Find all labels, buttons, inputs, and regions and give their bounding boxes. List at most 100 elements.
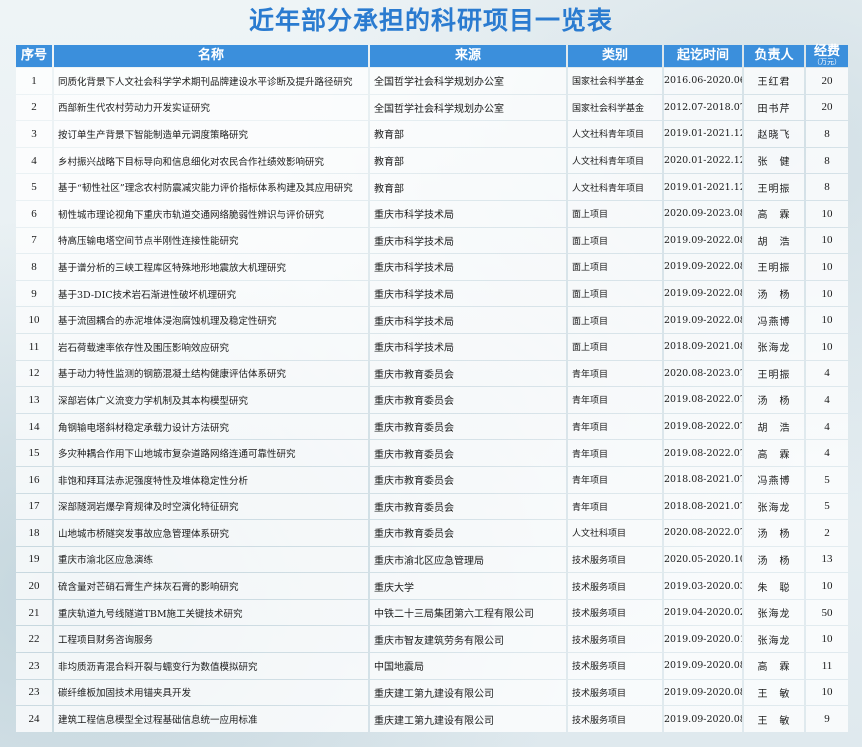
cell-source: 重庆建工第九建设有限公司 [370, 679, 566, 706]
table-row: 6 韧性城市理论视角下重庆市轨道交通网络脆弱性辨识与评价研究 重庆市科学技术局 面上项… [16, 200, 848, 227]
cell-name: 基于谱分析的三峡工程库区特殊地形地震放大机理研究 [54, 254, 368, 280]
cell-name: 岩石荷载速率依存性及围压影响效应研究 [54, 333, 368, 360]
cell-source: 中铁二十三局集团第六工程有限公司 [370, 599, 566, 626]
cell-period: 2019.03-2020.03 [664, 573, 742, 599]
cell-index: 20 [16, 573, 52, 599]
cell-name: 乡村振兴战略下目标导向和信息细化对农民合作社绩效影响研究 [54, 147, 368, 174]
table-row: 3 按订单生产背景下智能制造单元调度策略研究 教育部 人文社科青年项目 2019.01-… [16, 121, 848, 147]
table-row: 7 特高压输电塔空间节点半刚性连接性能研究 重庆市科学技术局 面上项目 2019.09-… [16, 227, 848, 254]
cell-source: 重庆市科学技术局 [370, 254, 566, 280]
cell-leader: 胡 浩 [744, 413, 804, 440]
cell-category: 面上项目 [568, 227, 662, 254]
table-row: 2 西部新生代农村劳动力开发实证研究 全国哲学社会科学规划办公室 国家社会科学基金 20… [16, 94, 848, 121]
cell-category: 面上项目 [568, 333, 662, 360]
header-period: 起讫时间 [664, 45, 742, 67]
cell-name: 同质化背景下人文社会科学学术期刊品牌建设水平诊断及提升路径研究 [54, 68, 368, 94]
cell-category: 青年项目 [568, 440, 662, 466]
cell-period: 2019.08-2022.07 [664, 387, 742, 413]
cell-leader: 冯燕博 [744, 307, 804, 333]
cell-leader: 张海龙 [744, 493, 804, 520]
cell-category: 技术服务项目 [568, 653, 662, 679]
cell-category: 技术服务项目 [568, 573, 662, 599]
cell-source: 重庆市教育委员会 [370, 520, 566, 546]
cell-period: 2019.09-2022.08 [664, 307, 742, 333]
cell-name: 基于动力特性监测的钢筋混凝土结构健康评估体系研究 [54, 360, 368, 387]
cell-leader: 冯燕博 [744, 466, 804, 493]
cell-name: 角钢输电塔斜材稳定承载力设计方法研究 [54, 413, 368, 440]
cell-category: 技术服务项目 [568, 679, 662, 706]
cell-index: 9 [16, 280, 52, 307]
cell-name: 建筑工程信息模型全过程基础信息统一应用标准 [54, 706, 368, 732]
cell-source: 重庆市教育委员会 [370, 440, 566, 466]
cell-category: 技术服务项目 [568, 546, 662, 573]
cell-name: 基于流固耦合的赤泥堆体浸泡腐蚀机理及稳定性研究 [54, 307, 368, 333]
cell-index: 12 [16, 360, 52, 387]
cell-index: 22 [16, 626, 52, 653]
cell-leader: 胡 浩 [744, 227, 804, 254]
table-row: 14 角钢输电塔斜材稳定承载力设计方法研究 重庆市教育委员会 青年项目 2019.08-… [16, 413, 848, 440]
cell-leader: 张 健 [744, 147, 804, 174]
table-row: 18 山地城市桥隧突发事故应急管理体系研究 重庆市教育委员会 人文社科项目 2020.0… [16, 520, 848, 546]
cell-leader: 张海龙 [744, 333, 804, 360]
cell-index: 3 [16, 121, 52, 147]
cell-funding: 5 [806, 466, 848, 493]
cell-leader: 王红君 [744, 68, 804, 94]
cell-source: 重庆市教育委员会 [370, 387, 566, 413]
cell-funding: 13 [806, 546, 848, 573]
cell-source: 重庆市教育委员会 [370, 493, 566, 520]
cell-funding: 20 [806, 94, 848, 121]
table-row: 4 乡村振兴战略下目标导向和信息细化对农民合作社绩效影响研究 教育部 人文社科青年项目… [16, 147, 848, 174]
table-row: 1 同质化背景下人文社会科学学术期刊品牌建设水平诊断及提升路径研究 全国哲学社会科学… [16, 68, 848, 94]
cell-funding: 10 [806, 573, 848, 599]
table-row: 11 岩石荷载速率依存性及围压影响效应研究 重庆市科学技术局 面上项目 2018.09-… [16, 333, 848, 360]
cell-funding: 10 [806, 679, 848, 706]
cell-period: 2019.04-2020.02 [664, 599, 742, 626]
cell-period: 2020.08-2022.07 [664, 520, 742, 546]
table-row: 16 非饱和拜耳法赤泥强度特性及堆体稳定性分析 重庆市教育委员会 青年项目 2018.0… [16, 466, 848, 493]
cell-source: 重庆市教育委员会 [370, 413, 566, 440]
cell-funding: 8 [806, 147, 848, 174]
cell-source: 中国地震局 [370, 653, 566, 679]
cell-funding: 10 [806, 333, 848, 360]
table-row: 21 重庆轨道九号线隧道TBM施工关键技术研究 中铁二十三局集团第六工程有限公司 技术… [16, 599, 848, 626]
cell-source: 重庆市科学技术局 [370, 227, 566, 254]
cell-funding: 11 [806, 653, 848, 679]
cell-leader: 汤 杨 [744, 387, 804, 413]
cell-index: 16 [16, 466, 52, 493]
cell-period: 2019.09-2020.01 [664, 626, 742, 653]
cell-index: 2 [16, 94, 52, 121]
cell-funding: 10 [806, 307, 848, 333]
cell-leader: 朱 聪 [744, 573, 804, 599]
table-row: 22 工程项目财务咨询服务 重庆市智友建筑劳务有限公司 技术服务项目 2019.09-2… [16, 626, 848, 653]
table-body: 1 同质化背景下人文社会科学学术期刊品牌建设水平诊断及提升路径研究 全国哲学社会科学… [16, 68, 848, 732]
cell-funding: 4 [806, 440, 848, 466]
cell-leader: 汤 杨 [744, 546, 804, 573]
cell-leader: 王明振 [744, 174, 804, 200]
cell-funding: 2 [806, 520, 848, 546]
cell-period: 2019.01-2021.12 [664, 174, 742, 200]
cell-period: 2019.09-2020.08 [664, 706, 742, 732]
cell-leader: 王 敏 [744, 706, 804, 732]
cell-source: 教育部 [370, 147, 566, 174]
cell-leader: 高 霖 [744, 200, 804, 227]
table-header-row: 序号 名称 来源 类别 起讫时间 负责人 经费 （万元） [16, 45, 848, 67]
cell-funding: 4 [806, 360, 848, 387]
cell-category: 青年项目 [568, 466, 662, 493]
cell-leader: 王 敏 [744, 679, 804, 706]
cell-category: 技术服务项目 [568, 706, 662, 732]
cell-category: 技术服务项目 [568, 599, 662, 626]
cell-funding: 10 [806, 200, 848, 227]
header-funding: 经费 （万元） [806, 45, 848, 67]
cell-name: 重庆市渝北区应急演练 [54, 546, 368, 573]
cell-leader: 高 霖 [744, 440, 804, 466]
cell-source: 全国哲学社会科学规划办公室 [370, 94, 566, 121]
cell-name: 按订单生产背景下智能制造单元调度策略研究 [54, 121, 368, 147]
cell-name: 基于3D-DIC技术岩石渐进性破坏机理研究 [54, 280, 368, 307]
cell-funding: 5 [806, 493, 848, 520]
cell-name: 重庆轨道九号线隧道TBM施工关键技术研究 [54, 599, 368, 626]
table-row: 20 硫含量对芒硝石膏生产抹灰石膏的影响研究 重庆大学 技术服务项目 2019.03-2… [16, 573, 848, 599]
cell-leader: 王明振 [744, 360, 804, 387]
cell-period: 2019.09-2022.08 [664, 227, 742, 254]
cell-source: 教育部 [370, 121, 566, 147]
cell-index: 5 [16, 174, 52, 200]
